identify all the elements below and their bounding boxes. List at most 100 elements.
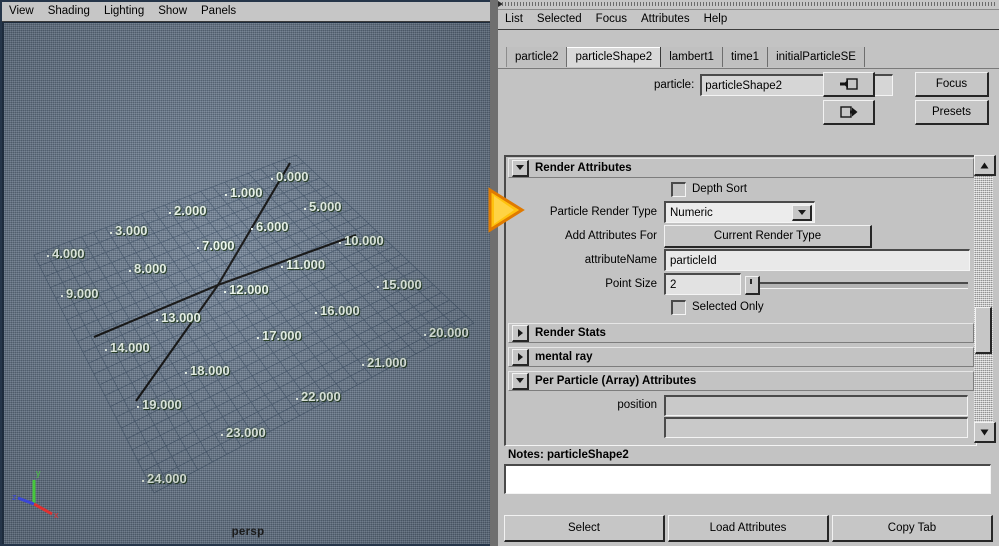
particle-render-type-value: Numeric	[670, 206, 713, 219]
depth-sort-checkbox[interactable]	[671, 181, 686, 197]
presets-button[interactable]: Presets	[915, 100, 989, 125]
connect-output-icon	[839, 106, 857, 118]
dropdown-arrow-box[interactable]	[792, 205, 812, 221]
section-render-attributes-toggle[interactable]	[512, 159, 529, 177]
panel-drag-strip[interactable]	[498, 0, 999, 10]
tab-time1[interactable]: time1	[722, 47, 769, 67]
scrollbar-trough[interactable]	[974, 174, 993, 424]
scrollbar-thumb[interactable]	[975, 307, 992, 354]
section-render-stats-toggle[interactable]	[512, 324, 529, 342]
axis-y-label: y	[36, 468, 41, 478]
scroll-up-icon	[980, 162, 989, 168]
scroll-down-button[interactable]	[974, 422, 996, 443]
section-mental-ray-header[interactable]: mental ray	[508, 347, 974, 367]
point-size-field[interactable]: 2	[664, 273, 741, 295]
chevron-right-icon	[517, 352, 523, 361]
chevron-down-icon	[516, 378, 524, 383]
section-render-attributes-header[interactable]: Render Attributes	[508, 158, 974, 178]
section-render-stats-title: Render Stats	[535, 327, 606, 339]
scroll-up-button[interactable]	[974, 155, 996, 176]
chevron-down-icon	[797, 210, 806, 215]
copy-tab-button[interactable]: Copy Tab	[832, 515, 993, 542]
section-mental-ray-toggle[interactable]	[512, 348, 529, 366]
attribute-scroll-area[interactable]: Render Attributes Depth Sort Particle Re…	[504, 155, 977, 446]
attribute-name-value: particleId	[670, 254, 717, 267]
point-size-value: 2	[670, 278, 677, 291]
axis-x-label: x	[54, 510, 59, 520]
maya-window: View Shading Lighting Show Panels y x z …	[0, 0, 999, 546]
focus-presets-column: Focus Presets	[915, 72, 989, 128]
connect-output-icon-button[interactable]	[823, 100, 875, 125]
node-tab-row: particle2 particleShape2 lambert1 time1 …	[498, 43, 999, 69]
section-mental-ray-title: mental ray	[535, 351, 593, 363]
viewport-menu-show[interactable]: Show	[151, 2, 194, 21]
connect-input-icon	[839, 78, 858, 90]
bottom-button-row: Select Load Attributes Copy Tab	[504, 515, 993, 542]
slider-thumb[interactable]	[745, 275, 760, 295]
viewport-menu-shading[interactable]: Shading	[41, 2, 97, 21]
position-field[interactable]	[664, 394, 968, 416]
connect-input-icon-button[interactable]	[823, 72, 875, 97]
tab-initialParticleSE[interactable]: initialParticleSE	[768, 47, 865, 67]
slider-thumb-tick	[750, 278, 752, 284]
load-attributes-button[interactable]: Load Attributes	[668, 515, 829, 542]
attribute-editor-menu-bar: List Selected Focus Attributes Help	[498, 10, 999, 30]
particle-render-type-label: Particle Render Type	[549, 206, 657, 218]
particle-render-type-row: Particle Render Type Numeric	[506, 200, 976, 224]
viewport-menu-view[interactable]: View	[2, 2, 41, 21]
focus-button[interactable]: Focus	[915, 72, 989, 97]
current-render-type-button[interactable]: Current Render Type	[664, 224, 872, 248]
notes-textarea[interactable]	[504, 464, 991, 494]
add-attributes-for-label: Add Attributes For	[564, 230, 657, 242]
section-render-attributes-title: Render Attributes	[535, 162, 632, 174]
ae-menu-list[interactable]: List	[498, 10, 530, 29]
section-per-particle-header[interactable]: Per Particle (Array) Attributes	[508, 371, 974, 391]
per-particle-next-field[interactable]	[664, 416, 968, 438]
tab-underline	[498, 68, 999, 69]
ae-menu-selected[interactable]: Selected	[530, 10, 589, 29]
slider-track	[759, 281, 968, 289]
viewport-menu-lighting[interactable]: Lighting	[97, 2, 151, 21]
notes-title: Notes: particleShape2	[508, 449, 629, 461]
scroll-down-icon	[980, 429, 989, 435]
ae-menu-focus[interactable]: Focus	[589, 10, 634, 29]
selected-only-label: Selected Only	[692, 301, 764, 313]
point-size-label: Point Size	[605, 278, 657, 290]
point-size-slider[interactable]	[745, 275, 970, 295]
point-size-row: Point Size 2	[506, 272, 976, 296]
select-button[interactable]: Select	[504, 515, 665, 542]
node-name-bar: particle: particleShape2 Focus Presets	[504, 72, 993, 128]
connection-icon-column	[823, 72, 875, 128]
perspective-viewport[interactable]: 0.0001.0002.0003.0004.0005.0006.0007.000…	[4, 23, 492, 544]
ae-menu-attributes[interactable]: Attributes	[634, 10, 697, 29]
per-particle-row-next	[506, 416, 976, 438]
notes-block: Notes: particleShape2	[504, 447, 991, 495]
section-per-particle-toggle[interactable]	[512, 372, 529, 390]
add-attributes-for-row: Add Attributes For Current Render Type	[506, 224, 976, 248]
ae-menu-help[interactable]: Help	[697, 10, 735, 29]
depth-sort-label: Depth Sort	[692, 183, 747, 195]
attribute-scrollbar[interactable]	[974, 155, 996, 443]
position-label: position	[617, 399, 657, 411]
attribute-name-row: attributeName particleId	[506, 248, 976, 272]
viewport-menu-panels[interactable]: Panels	[194, 2, 243, 21]
tab-lambert1[interactable]: lambert1	[661, 47, 723, 67]
chevron-down-icon	[516, 165, 524, 170]
panel-grip-icon	[502, 2, 997, 6]
depth-sort-row: Depth Sort	[506, 178, 976, 200]
per-particle-row-position: position	[506, 394, 976, 416]
selected-only-row: Selected Only	[506, 296, 976, 318]
camera-name-label: persp	[231, 526, 265, 538]
selected-only-checkbox[interactable]	[671, 299, 686, 315]
viewport-panel: View Shading Lighting Show Panels y x z …	[0, 0, 494, 546]
attribute-name-label: attributeName	[584, 254, 657, 266]
particle-render-type-dropdown[interactable]: Numeric	[664, 201, 815, 223]
tab-particle2[interactable]: particle2	[506, 47, 568, 67]
section-render-stats-header[interactable]: Render Stats	[508, 323, 974, 343]
tab-particleShape2[interactable]: particleShape2	[567, 47, 662, 67]
attribute-name-field[interactable]: particleId	[664, 249, 970, 271]
viewport-menu-bar: View Shading Lighting Show Panels	[2, 2, 492, 22]
node-name-label: particle:	[654, 79, 695, 91]
axis-z-label: z	[12, 492, 17, 502]
chevron-right-icon	[517, 328, 523, 337]
